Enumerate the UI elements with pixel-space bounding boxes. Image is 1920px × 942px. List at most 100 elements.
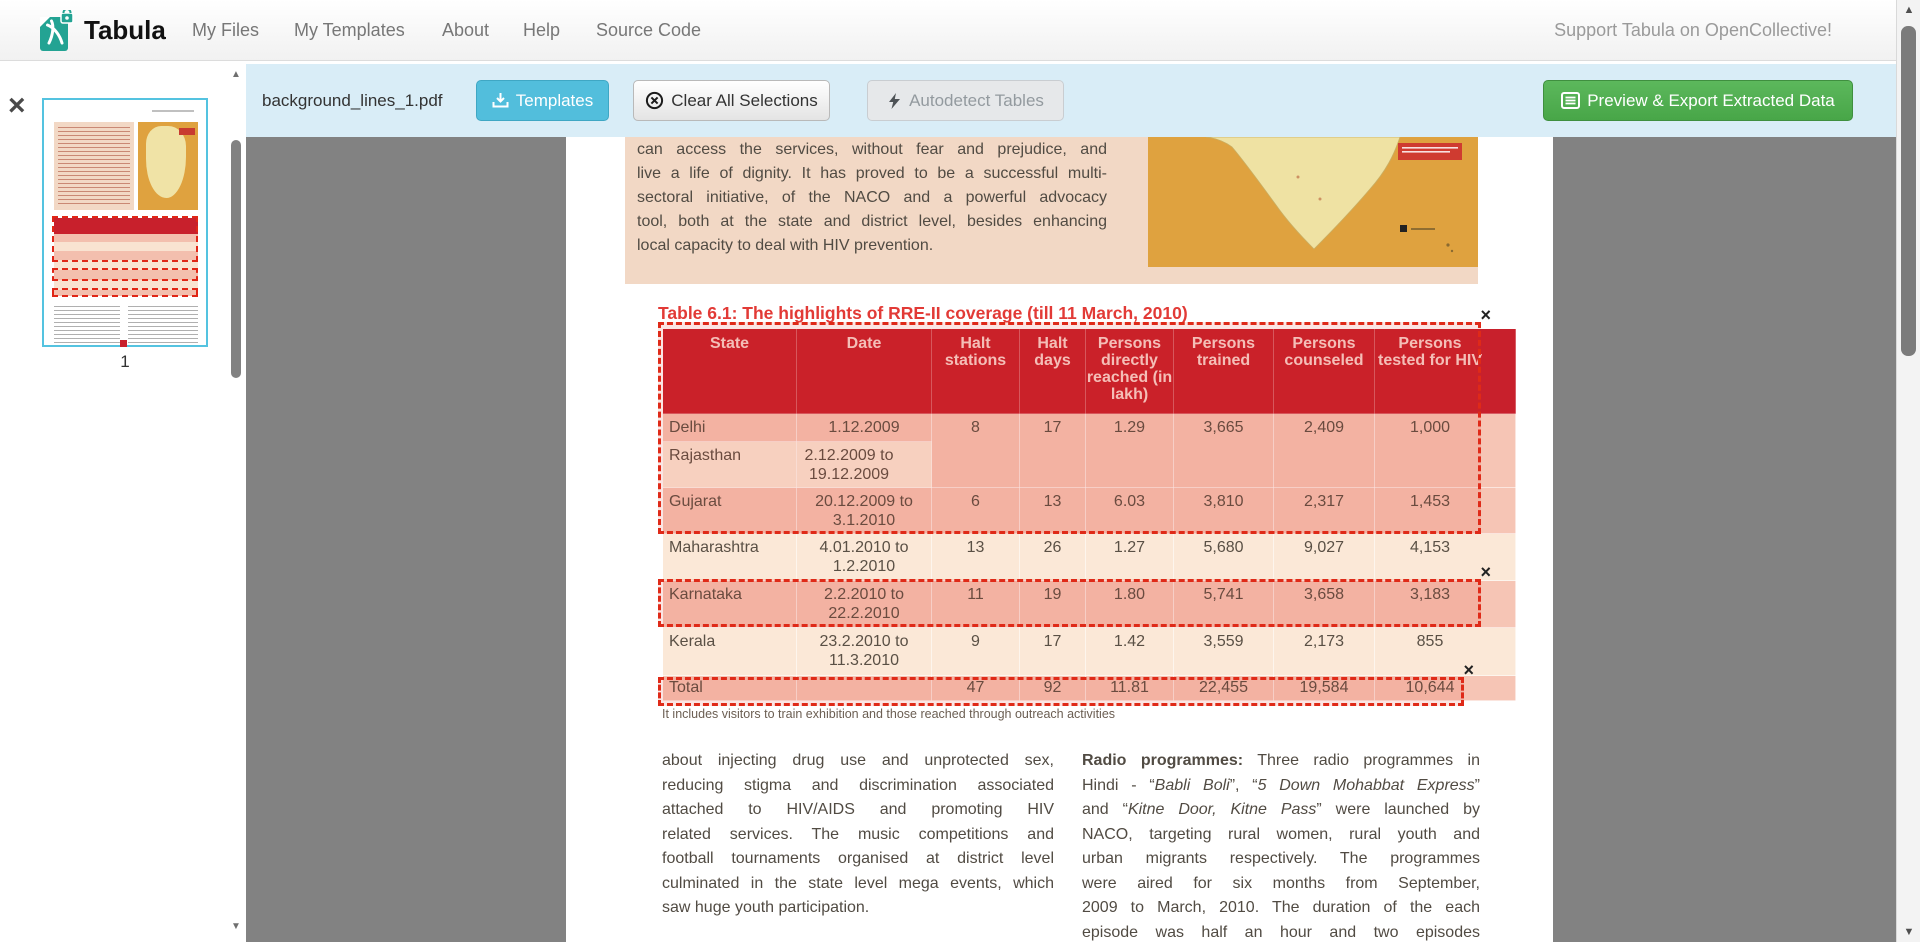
- brand-title: Tabula: [84, 15, 166, 46]
- autodetect-tables-button[interactable]: Autodetect Tables: [867, 80, 1064, 121]
- page-scrollbar-thumb[interactable]: [1901, 26, 1916, 356]
- text-line: football tournaments organised at distri…: [662, 847, 1054, 872]
- table-title: Table 6.1: The highlights of RRE-II cove…: [658, 303, 1188, 324]
- table-cell: 17: [1020, 628, 1086, 676]
- thumb-map-image: [138, 122, 198, 210]
- text-line: local capacity to deal with HIV preventi…: [637, 234, 1107, 258]
- export-label: Preview & Export Extracted Data: [1587, 91, 1835, 111]
- text-line: culminated in the state level mega event…: [662, 872, 1054, 897]
- templates-button[interactable]: Templates: [476, 80, 609, 121]
- thumb-selection: [52, 268, 198, 281]
- text-line: saw huge youth participation.: [662, 896, 1054, 921]
- selection-box[interactable]: ×: [658, 677, 1464, 706]
- remove-selection-button[interactable]: ×: [1480, 565, 1491, 579]
- thumb-selection: [52, 288, 198, 297]
- page-scrollbar: ▲ ▼: [1896, 0, 1920, 942]
- text-line: reducing stigma and discrimination assoc…: [662, 774, 1054, 799]
- preview-export-button[interactable]: Preview & Export Extracted Data: [1543, 80, 1853, 121]
- thumb-selection: [52, 216, 198, 262]
- templates-label: Templates: [516, 91, 593, 111]
- text-line: can access the services, without fear an…: [637, 138, 1107, 162]
- scroll-up-icon[interactable]: ▲: [1897, 4, 1920, 16]
- pdf-page[interactable]: can access the services, without fear an…: [566, 137, 1553, 942]
- pdf-viewer[interactable]: can access the services, without fear an…: [246, 137, 1896, 942]
- text-line: NACO, targeting rural women, rural youth…: [1082, 823, 1480, 848]
- text-line: episode was half an hour and two episode…: [1082, 921, 1480, 942]
- text-line: live a life of dignity. It has proved to…: [637, 162, 1107, 186]
- table-cell: Kerala: [663, 628, 797, 676]
- table-cell: 23.2.2010 to 11.3.2010: [797, 628, 932, 676]
- clear-selections-label: Clear All Selections: [671, 91, 817, 111]
- filename: background_lines_1.pdf: [262, 64, 443, 137]
- page-number-label: 1: [42, 352, 208, 372]
- nav-my-files[interactable]: My Files: [192, 0, 259, 61]
- text-line: related services. The music competitions…: [662, 823, 1054, 848]
- brand-link[interactable]: Tabula: [38, 0, 166, 61]
- selection-box[interactable]: ×: [658, 579, 1481, 627]
- nav-help[interactable]: Help: [523, 0, 560, 61]
- table-cell: 2,173: [1274, 628, 1375, 676]
- text-line: and “Kitne Door, Kitne Pass” were launch…: [1082, 798, 1480, 823]
- remove-selection-button[interactable]: ×: [1463, 663, 1474, 677]
- text-line: 2009 to March, 2010. The duration of the…: [1082, 896, 1480, 921]
- text-line: Hindi - “Babli Boli”, “5 Down Mohabbat E…: [1082, 774, 1480, 799]
- nav-about[interactable]: About: [442, 0, 489, 61]
- tabula-logo-icon: [38, 10, 74, 52]
- thumb-text-column: [54, 306, 120, 344]
- table-cell: 3,559: [1174, 628, 1274, 676]
- text-line: urban migrants respectively. The program…: [1082, 847, 1480, 872]
- text-line: sectoral initiative, of the NACO and a p…: [637, 186, 1107, 210]
- tabula-app: Tabula My Files My Templates About Help …: [0, 0, 1920, 942]
- thumb-page-marker: [120, 340, 127, 347]
- scroll-down-icon[interactable]: ▼: [230, 921, 242, 932]
- text-line: were aired for six months from September…: [1082, 872, 1480, 897]
- remove-selection-button[interactable]: ×: [1480, 308, 1491, 322]
- table-cell: 9,027: [1274, 534, 1375, 581]
- thumb-intro-block: [54, 122, 134, 210]
- table-cell: 4.01.2010 to 1.2.2010: [797, 534, 932, 581]
- remove-page-button[interactable]: ×: [8, 94, 26, 118]
- scroll-down-icon[interactable]: ▼: [1897, 926, 1920, 938]
- table-row: Kerala 23.2.2010 to 11.3.2010 9 17 1.42 …: [663, 628, 1516, 676]
- thumb-text-column: [128, 306, 198, 344]
- templates-icon: [492, 92, 509, 109]
- table-cell: 5,680: [1174, 534, 1274, 581]
- text-line: Radio programmes: Three radio programmes…: [1082, 749, 1480, 774]
- thumb-table: [54, 218, 198, 298]
- toolbar: background_lines_1.pdf Templates Clear A…: [246, 64, 1896, 137]
- navbar: Tabula My Files My Templates About Help …: [0, 0, 1920, 61]
- intro-block: can access the services, without fear an…: [625, 137, 1478, 284]
- support-link[interactable]: Support Tabula on OpenCollective!: [1554, 0, 1832, 61]
- lightning-bolt-icon: [887, 92, 902, 110]
- right-paragraph: Radio programmes: Three radio programmes…: [1082, 749, 1480, 942]
- table-cell: 26: [1020, 534, 1086, 581]
- clear-selections-icon: [645, 91, 664, 110]
- text-line: about injecting drug use and unprotected…: [662, 749, 1054, 774]
- intro-paragraph: can access the services, without fear an…: [637, 138, 1107, 258]
- table-footnote: It includes visitors to train exhibition…: [662, 707, 1115, 721]
- table-cell: 9: [932, 628, 1020, 676]
- table-cell: Maharashtra: [663, 534, 797, 581]
- table-row: Maharashtra 4.01.2010 to 1.2.2010 13 26 …: [663, 534, 1516, 581]
- text-line: tool, both at the state and district lev…: [637, 210, 1107, 234]
- text-line: attached to HIV/AIDS and promoting HIV: [662, 798, 1054, 823]
- left-paragraph: about injecting drug use and unprotected…: [662, 749, 1054, 921]
- thumb-header-line: [152, 110, 194, 112]
- nav-my-templates[interactable]: My Templates: [294, 0, 405, 61]
- export-data-icon: [1561, 92, 1580, 109]
- table-cell: 13: [932, 534, 1020, 581]
- nav-source-code[interactable]: Source Code: [596, 0, 701, 61]
- india-map-image: [1148, 137, 1478, 267]
- sidebar: × 1: [0, 61, 246, 942]
- sidebar-scrollbar-thumb[interactable]: [231, 140, 241, 378]
- sidebar-scrollbar: ▲ ▼: [228, 61, 244, 942]
- table-cell: 1.27: [1086, 534, 1174, 581]
- scroll-up-icon[interactable]: ▲: [230, 69, 242, 80]
- clear-all-selections-button[interactable]: Clear All Selections: [633, 80, 830, 121]
- table-cell: 4,153: [1375, 534, 1516, 581]
- table-cell: 1.42: [1086, 628, 1174, 676]
- page-thumbnail[interactable]: [42, 98, 208, 347]
- autodetect-label: Autodetect Tables: [909, 91, 1044, 111]
- table-cell: 855: [1375, 628, 1516, 676]
- selection-box[interactable]: ×: [658, 322, 1481, 534]
